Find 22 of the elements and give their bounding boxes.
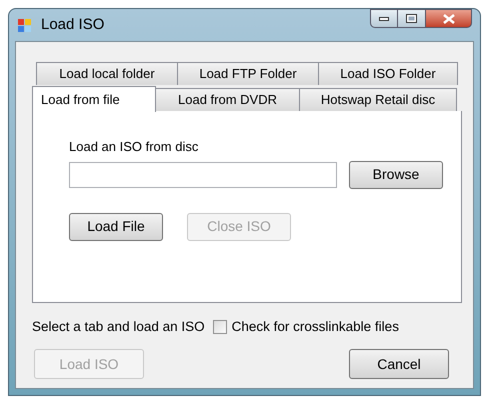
tab[interactable]: Load local folder — [36, 62, 178, 85]
tab[interactable]: Hotswap Retail disc — [299, 88, 457, 111]
cancel-button[interactable]: Cancel — [349, 349, 449, 380]
app-icon — [17, 17, 33, 33]
minimize-icon — [379, 16, 389, 20]
maximize-icon — [406, 14, 417, 23]
close-icon — [442, 14, 454, 24]
minimize-button[interactable] — [370, 9, 398, 28]
tab[interactable]: Load from file — [32, 86, 156, 112]
checkbox-label[interactable]: Check for crosslinkable files — [232, 317, 399, 338]
close-button[interactable] — [425, 9, 472, 28]
tab[interactable]: Load ISO Folder — [318, 62, 458, 85]
load-file-button[interactable]: Load File — [69, 212, 163, 240]
browse-button[interactable]: Browse — [349, 160, 443, 188]
maximize-button[interactable] — [398, 9, 425, 28]
path-field[interactable] — [69, 162, 337, 188]
tab[interactable]: Load from DVDR — [155, 88, 300, 111]
window-title: Load ISO — [41, 14, 104, 35]
status-text: Select a tab and load an ISO — [32, 318, 205, 336]
crosslink-checkbox[interactable] — [212, 320, 227, 334]
field-label: Load an ISO from disc — [69, 138, 200, 156]
tab[interactable]: Load FTP Folder — [177, 62, 319, 85]
